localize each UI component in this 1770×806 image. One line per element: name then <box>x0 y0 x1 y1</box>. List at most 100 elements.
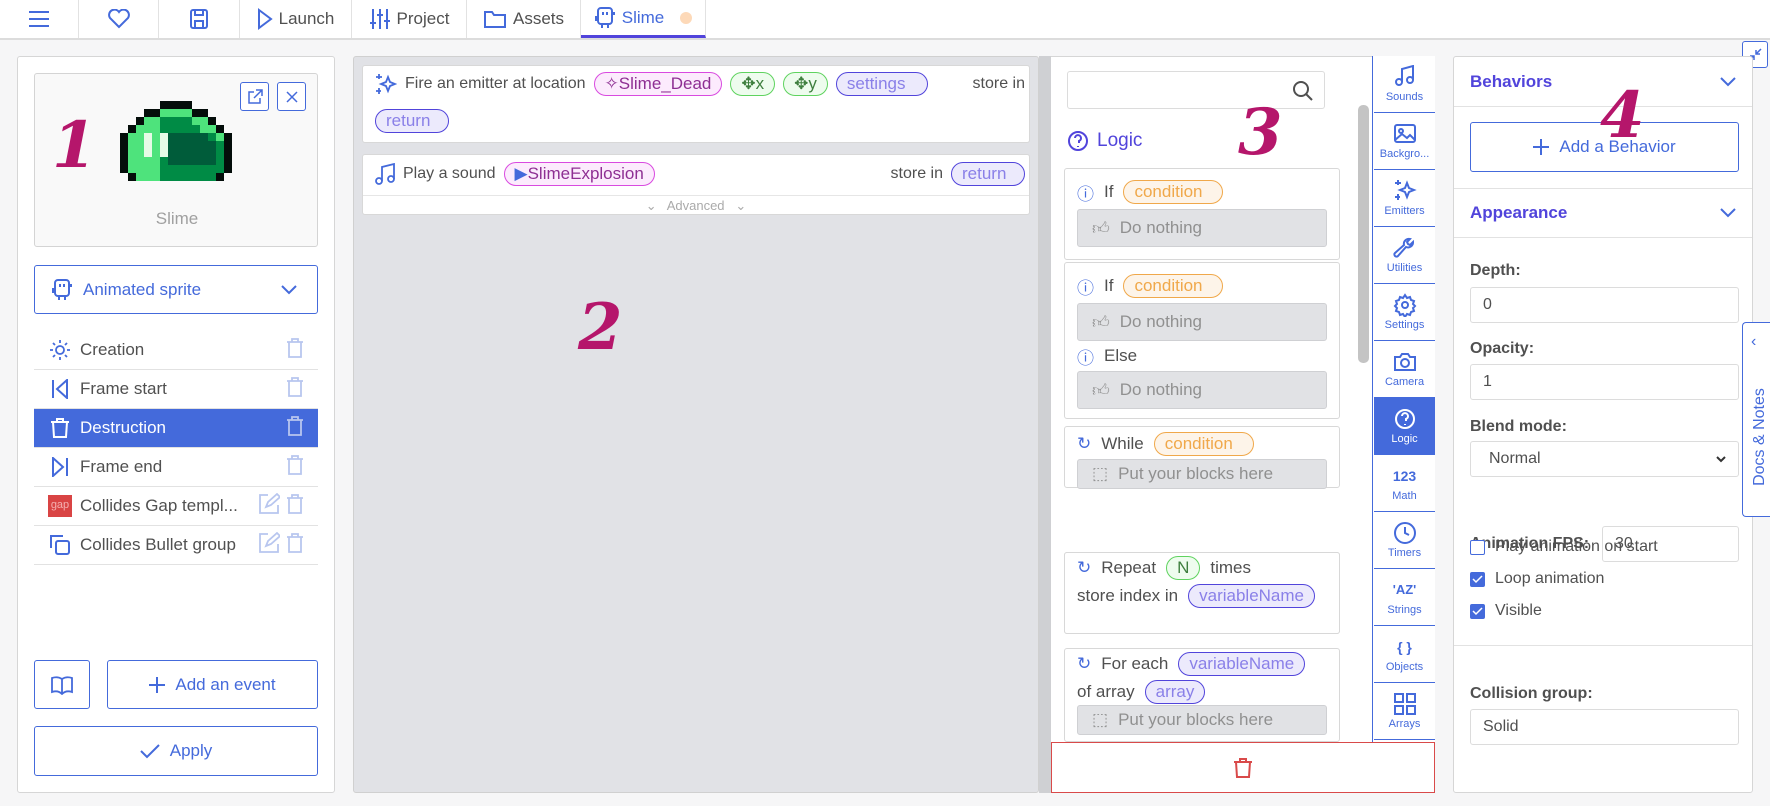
checkbox[interactable] <box>1470 603 1485 619</box>
chevron-down-icon <box>281 284 297 294</box>
advanced-toggle[interactable]: ⌄ Advanced ⌄ <box>363 195 1029 215</box>
checkbox[interactable] <box>1470 539 1485 555</box>
block-keyword: While <box>1101 434 1144 453</box>
loop-icon: ↻ <box>1077 558 1092 577</box>
delete-event-icon[interactable] <box>286 454 304 481</box>
category-tab[interactable]: Backgro... <box>1374 113 1435 170</box>
variable-tag: variableName <box>1178 652 1306 676</box>
checkbox-row[interactable]: Visible <box>1470 602 1542 620</box>
checkbox[interactable] <box>1470 571 1485 587</box>
variable-tag: variableName <box>1188 584 1316 608</box>
delete-event-icon[interactable] <box>286 415 304 442</box>
checkbox-row[interactable]: Loop animation <box>1470 570 1604 588</box>
block-text: Fire an emitter at location <box>405 75 586 92</box>
tab-project[interactable]: Project <box>352 0 467 38</box>
collision-label: Collision group: <box>1470 685 1593 702</box>
category-tab[interactable]: 123 Math <box>1374 455 1435 512</box>
if-else-block[interactable]: ⓘ If condition 👍︎ Do nothing ⓘ Else 👍︎ Do not… <box>1064 262 1340 419</box>
event-label: Creation <box>80 340 145 359</box>
menu-button[interactable] <box>0 0 79 38</box>
plus-icon <box>1533 139 1550 155</box>
block-keyword: If <box>1104 276 1114 295</box>
annotation-4: 4 <box>1600 78 1645 153</box>
category-tab[interactable]: Sounds <box>1374 56 1435 113</box>
favorite-button[interactable] <box>79 0 159 38</box>
docs-label: Docs & Notes <box>1751 388 1768 486</box>
category-glyph-icon: { } <box>1397 639 1412 655</box>
sound-block[interactable]: Play a sound ▶ SlimeExplosion store in re… <box>362 154 1030 215</box>
delete-event-icon[interactable] <box>286 337 304 364</box>
add-event-button[interactable]: Add an event <box>107 660 318 709</box>
sound-tag[interactable]: ▶ SlimeExplosion <box>503 162 655 186</box>
library-scrollbar[interactable] <box>1358 105 1369 363</box>
event-item[interactable]: Destruction <box>34 409 318 448</box>
library-search-input[interactable] <box>1067 71 1325 109</box>
appearance-section-header[interactable]: Appearance <box>1454 188 1752 238</box>
chevron-left-icon: ‹ <box>1751 333 1757 350</box>
event-item[interactable]: Creation <box>34 331 318 370</box>
emitter-tag[interactable]: ✧ Slime_Dead <box>593 72 723 96</box>
category-tab[interactable]: Utilities <box>1374 227 1435 284</box>
tab-launch[interactable]: Launch <box>240 0 352 38</box>
splitter[interactable] <box>1039 56 1051 793</box>
category-tab[interactable]: { } Objects <box>1374 626 1435 683</box>
depth-input[interactable]: 0 <box>1470 287 1739 323</box>
checkbox-row[interactable]: Play animation on start <box>1470 538 1658 556</box>
tab-assets[interactable]: Assets <box>467 0 581 38</box>
event-item[interactable]: Frame end <box>34 448 318 487</box>
y-tag[interactable]: ✥ y <box>783 72 828 96</box>
open-texture-button[interactable] <box>240 82 269 111</box>
settings-tag[interactable]: settings <box>835 72 928 96</box>
return-tag[interactable]: return <box>951 162 1025 186</box>
category-tab[interactable]: Logic <box>1374 398 1435 455</box>
edit-icon[interactable] <box>258 492 282 520</box>
x-tag[interactable]: ✥ x <box>730 72 776 96</box>
clock-icon <box>1393 522 1416 544</box>
collision-group-input[interactable]: Solid <box>1470 709 1739 745</box>
category-tab[interactable]: Emitters <box>1374 170 1435 227</box>
chevron-down-icon <box>1720 208 1736 218</box>
emitter-block[interactable]: Fire an emitter at location ✧ Slime_Dead … <box>362 65 1030 143</box>
delete-event-icon[interactable] <box>286 532 304 559</box>
event-item[interactable]: Collides Bullet group <box>34 526 318 565</box>
return-tag[interactable]: return <box>375 109 449 133</box>
category-tab[interactable]: Camera <box>1374 341 1435 398</box>
delete-event-icon[interactable] <box>286 376 304 403</box>
category-label: Objects <box>1385 661 1424 673</box>
cursor-icon: ⬚ <box>1092 710 1109 729</box>
repeat-block-content[interactable]: ↻ Repeat Ntimes store index in variableName <box>1064 552 1340 634</box>
event-item[interactable]: Frame start <box>34 370 318 409</box>
category-label: Backgro... <box>1379 148 1430 160</box>
category-tab[interactable]: 'AZ' Strings <box>1374 569 1435 626</box>
block-keyword: Else <box>1104 346 1138 365</box>
docs-button[interactable] <box>34 660 90 709</box>
save-button[interactable] <box>159 0 240 38</box>
for-each-block[interactable]: ↻ For each variableName of array array ⬚ Put… <box>1064 648 1340 742</box>
sliders-icon <box>369 9 390 29</box>
category-tab[interactable]: Settings <box>1374 284 1435 341</box>
annotation-1: 1 <box>52 108 97 183</box>
if-block[interactable]: ⓘ If condition 👍︎ Do nothing <box>1064 168 1340 260</box>
category-tab[interactable]: Timers <box>1374 512 1435 569</box>
sparkles-icon <box>1394 180 1417 200</box>
blend-mode-select[interactable]: Normal <box>1470 441 1739 477</box>
tab-slime[interactable]: Slime <box>581 0 706 38</box>
edit-icon[interactable] <box>258 531 282 559</box>
while-block[interactable]: ↻ While condition ⬚ Put your blocks here <box>1064 426 1340 489</box>
docs-notes-tab[interactable]: ‹ Docs & Notes <box>1742 322 1770 517</box>
opacity-input[interactable]: 1 <box>1470 364 1739 400</box>
apply-button[interactable]: Apply <box>34 726 318 776</box>
tag-value: x <box>755 74 765 93</box>
delete-drop-zone[interactable] <box>1051 742 1435 793</box>
robot-icon <box>594 6 615 28</box>
template-type-dropdown[interactable]: Animated sprite <box>34 265 318 314</box>
top-bar: Launch Project Assets Slime <box>0 0 1770 40</box>
unsaved-indicator <box>680 11 693 24</box>
event-item[interactable]: gap Collides Gap templ... <box>34 487 318 526</box>
delete-event-icon[interactable] <box>286 493 304 520</box>
category-tab[interactable]: Arrays <box>1374 683 1435 740</box>
remove-texture-button[interactable] <box>277 82 306 111</box>
event-label: Destruction <box>80 418 166 437</box>
heading-label: Logic <box>1097 130 1143 151</box>
check-icon <box>140 744 160 759</box>
